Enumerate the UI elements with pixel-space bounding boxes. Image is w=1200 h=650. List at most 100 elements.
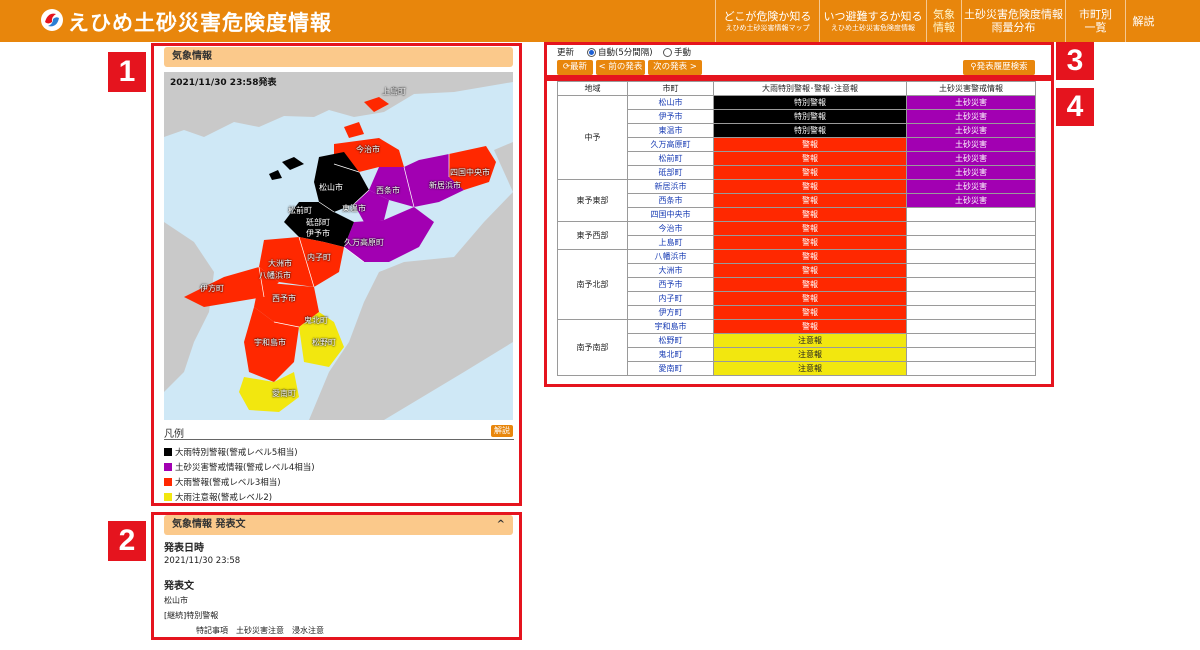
table-row: 西予市 警報 [558, 277, 1036, 292]
map-label: 新居浜市 [429, 181, 461, 190]
landslide-cell [906, 305, 1036, 320]
table-header-row: 地域 市町 大雨特別警報･警報･注意報 土砂災害警戒情報 [557, 81, 1036, 96]
city-link[interactable]: 新居浜市 [627, 179, 714, 194]
city-link[interactable]: 四国中央市 [627, 207, 714, 222]
nav-city-list[interactable]: 市町別 一覧 [1065, 0, 1125, 42]
land-kyushu [164, 222, 214, 392]
warning-cell: 警報 [713, 179, 907, 194]
logo-icon [41, 9, 63, 31]
nav-where-danger[interactable]: どこが危険か知る えひめ土砂災害情報マップ [715, 0, 819, 42]
legend-title: 凡例 [164, 429, 184, 440]
landslide-cell [906, 207, 1036, 222]
nav-label: どこが危険か知る [723, 9, 812, 23]
warning-cell: 警報 [713, 319, 907, 334]
legend-item: 大雨特別警報(警戒レベル5相当) [164, 446, 298, 458]
collapse-chevron-icon[interactable]: ^ [497, 515, 505, 535]
warning-cell: 警報 [713, 165, 907, 180]
legend-label: 大雨警報(警戒レベル3相当) [175, 478, 281, 488]
map-label: 東温市 [342, 204, 366, 213]
landslide-cell: 土砂災害 [906, 137, 1036, 152]
manual-update-radio[interactable]: 手動 [663, 46, 691, 58]
nav-label-line2: 一覧 [1084, 21, 1107, 34]
landslide-cell [906, 277, 1036, 292]
city-link[interactable]: 伊予市 [627, 109, 714, 124]
nav-weather-info[interactable]: 気象 情報 [926, 0, 961, 42]
city-link[interactable]: 砥部町 [627, 165, 714, 180]
bulletin-date-value: 2021/11/30 23:58 [164, 556, 241, 566]
warning-cell: 特別警報 [713, 109, 907, 124]
radio-unselected-icon [663, 48, 672, 57]
landslide-cell [906, 347, 1036, 362]
map-label: 四国中央市 [450, 168, 490, 177]
city-link[interactable]: 鬼北町 [627, 347, 714, 362]
landslide-cell [906, 333, 1036, 348]
legend-label: 土砂災害警戒情報(警戒レベル4相当) [175, 463, 315, 473]
island-imabari [344, 122, 364, 138]
warning-cell: 警報 [713, 277, 907, 292]
legend-label: 大雨特別警報(警戒レベル5相当) [175, 448, 298, 458]
auto-update-radio[interactable]: 自動(5分間隔) [587, 46, 653, 58]
city-link[interactable]: 内子町 [627, 291, 714, 306]
landslide-cell [906, 291, 1036, 306]
city-link[interactable]: 松野町 [627, 333, 714, 348]
table-row: 中予 松山市 特別警報 土砂災害 [557, 95, 1036, 180]
table-row: 大洲市 警報 [558, 263, 1036, 278]
nav-when-evacuate[interactable]: いつ避難するか知る えひめ土砂災害危険度情報 [819, 0, 926, 42]
city-link[interactable]: 大洲市 [627, 263, 714, 278]
warning-cell: 警報 [713, 305, 907, 320]
city-link[interactable]: 八幡浜市 [627, 249, 714, 264]
table-row: 久万高原町 警報 土砂災害 [558, 137, 1036, 152]
manual-update-label: 手動 [674, 48, 692, 58]
legend-explain-button[interactable]: 解説 [491, 425, 513, 437]
latest-button[interactable]: ⟳最新 [557, 60, 593, 75]
legend-swatch [164, 463, 172, 471]
table-row: 東温市 特別警報 土砂災害 [558, 123, 1036, 138]
bulletin-panel-title[interactable]: 気象情報 発表文 ^ [164, 515, 513, 535]
table-row: 四国中央市 警報 [558, 207, 1036, 222]
legend-swatch [164, 448, 172, 456]
landslide-cell: 土砂災害 [906, 95, 1036, 110]
map-label: 西条市 [376, 186, 400, 195]
city-link[interactable]: 愛南町 [627, 361, 714, 376]
city-link[interactable]: 松前町 [627, 151, 714, 166]
radio-selected-icon [587, 48, 596, 57]
next-bulletin-button[interactable]: 次の発表 > [648, 60, 702, 75]
map-label: 鬼北町 [304, 316, 328, 325]
nav-label: 解説 [1132, 14, 1155, 28]
bulletin-line: [継続]特別警報 [164, 611, 219, 620]
table-row: 南予北部 八幡浜市 警報 [557, 249, 1036, 320]
table-row: 南予南部 宇和島市 警報 [557, 319, 1036, 376]
region-cell: 東予東部 [557, 179, 628, 222]
city-link[interactable]: 西予市 [627, 277, 714, 292]
area-kumakogen [344, 207, 434, 262]
weather-map[interactable]: 2021/11/30 23:58発表 上島町 今治市 松山市 西条市 新居浜市 … [164, 72, 513, 420]
map-label: 久万高原町 [344, 238, 384, 247]
landslide-cell [906, 221, 1036, 236]
column-header-rain-warning: 大雨特別警報･警報･注意報 [713, 81, 907, 96]
city-link[interactable]: 東温市 [627, 123, 714, 138]
table-row: 東予西部 今治市 警報 [557, 221, 1036, 250]
legend-item: 大雨注意報(警戒レベル2) [164, 491, 272, 503]
warning-cell: 警報 [713, 137, 907, 152]
column-header-region: 地域 [557, 81, 628, 96]
city-link[interactable]: 久万高原町 [627, 137, 714, 152]
city-link[interactable]: 宇和島市 [627, 319, 714, 334]
nav-landslide-rain[interactable]: 土砂災害危険度情報 雨量分布 [961, 0, 1065, 42]
city-link[interactable]: 今治市 [627, 221, 714, 236]
history-search-button[interactable]: ⚲発表履歴検索 [963, 60, 1035, 75]
warning-cell: 注意報 [713, 347, 907, 362]
table-body: 中予 松山市 特別警報 土砂災害 伊予市 特別警報 土砂災害 東温市 特別警報 土砂災害 久万高原町… [557, 95, 1036, 376]
city-link[interactable]: 伊方町 [627, 305, 714, 320]
warning-cell: 警報 [713, 221, 907, 236]
region-cell: 南予南部 [557, 319, 628, 376]
map-label: 大洲市 [268, 259, 292, 268]
nav-label-line2: 情報 [933, 21, 955, 34]
latest-button-label: 最新 [570, 62, 588, 72]
city-link[interactable]: 西条市 [627, 193, 714, 208]
prev-bulletin-button[interactable]: < 前の発表 [596, 60, 645, 75]
nav-explanation[interactable]: 解説 [1125, 0, 1161, 42]
city-link[interactable]: 松山市 [627, 95, 714, 110]
app-title: えひめ土砂災害危険度情報 [68, 11, 332, 35]
map-label: 松前町 [288, 206, 312, 215]
city-link[interactable]: 上島町 [627, 235, 714, 250]
